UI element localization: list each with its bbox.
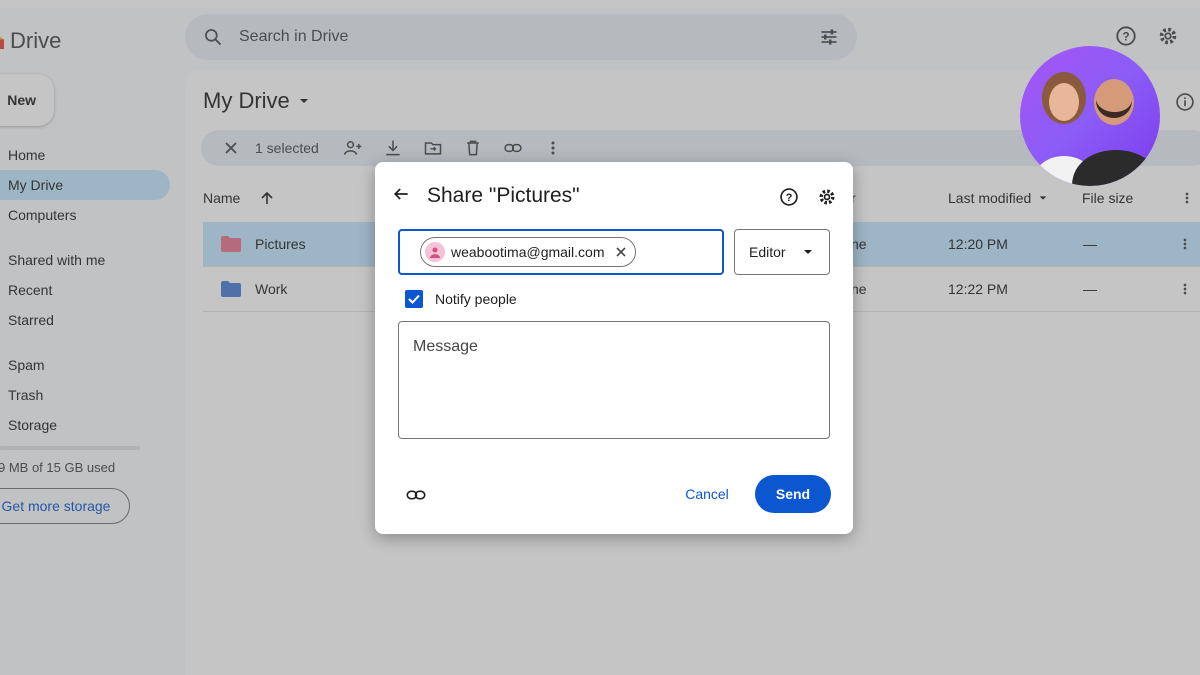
svg-text:?: ?: [786, 192, 793, 204]
remove-recipient-close-icon[interactable]: [613, 244, 629, 260]
message-placeholder: Message: [413, 338, 478, 355]
recipient-chip[interactable]: weabootima@gmail.com: [420, 237, 636, 267]
chevron-down-icon: [803, 250, 812, 254]
webcam-presenters-image: [1032, 72, 1160, 186]
notify-label: Notify people: [435, 291, 517, 307]
copy-link-icon[interactable]: [405, 484, 427, 511]
message-textarea[interactable]: Message: [398, 321, 830, 439]
notify-people-option: Notify people: [405, 290, 517, 308]
recipient-field[interactable]: weabootima@gmail.com: [398, 229, 724, 275]
role-dropdown[interactable]: Editor: [734, 229, 830, 275]
dialog-title: Share "Pictures": [427, 184, 580, 207]
settings-gear-icon[interactable]: [817, 187, 837, 212]
avatar: [425, 242, 445, 262]
recipient-email: weabootima@gmail.com: [451, 244, 605, 260]
share-dialog: Share "Pictures" ? weabootima@gmail.com …: [375, 162, 853, 534]
role-value: Editor: [749, 244, 786, 260]
cancel-button[interactable]: Cancel: [671, 475, 743, 513]
help-icon[interactable]: ?: [779, 187, 799, 212]
webcam-overlay: [1020, 46, 1160, 186]
send-button[interactable]: Send: [755, 475, 831, 513]
back-arrow-icon[interactable]: [391, 184, 411, 209]
notify-checkbox[interactable]: [405, 290, 423, 308]
